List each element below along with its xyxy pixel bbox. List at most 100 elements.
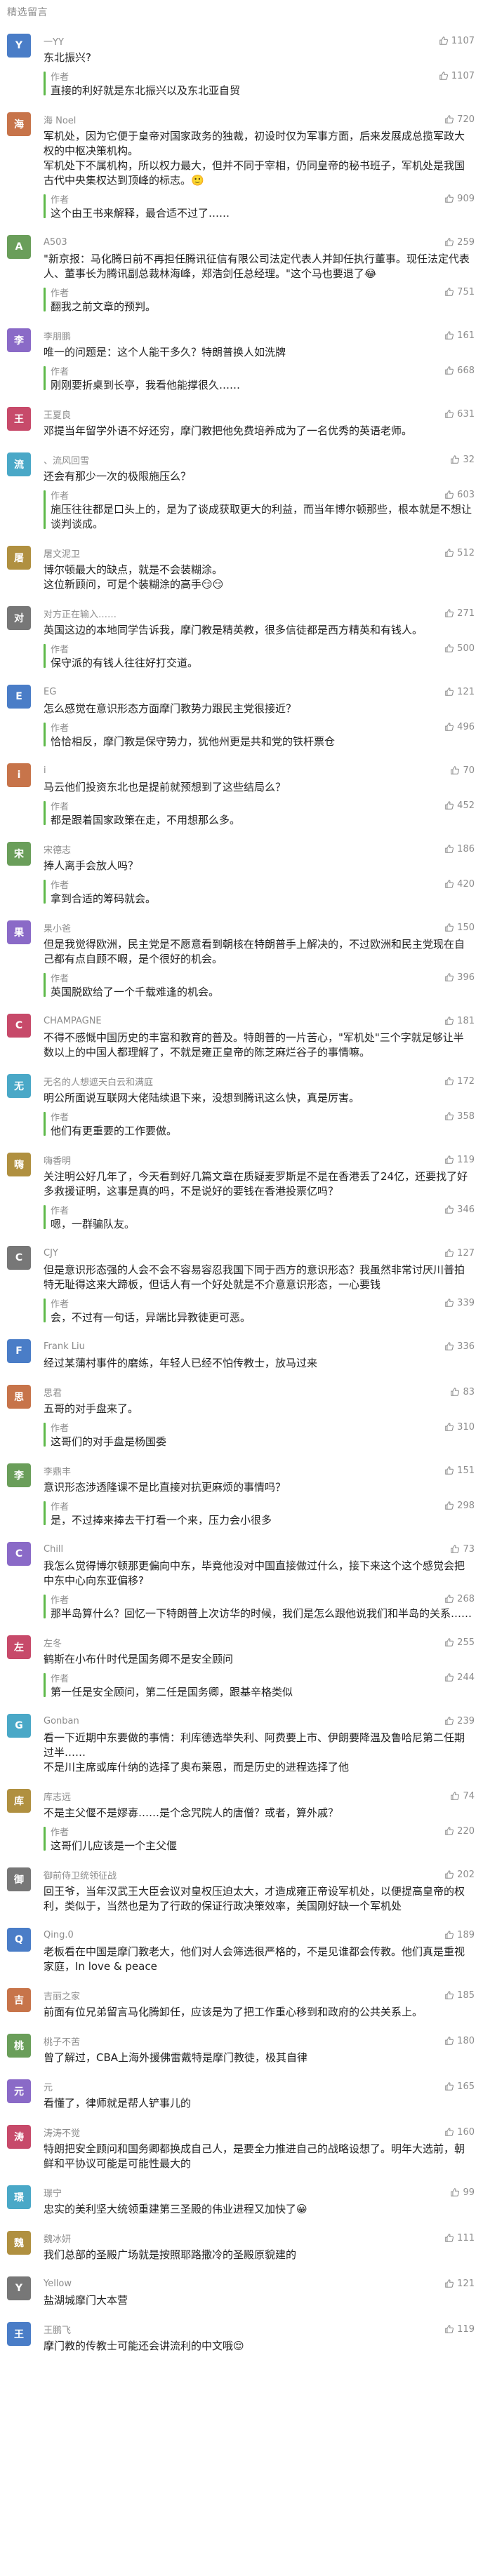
- thumbs-up-icon[interactable]: [439, 36, 449, 46]
- like-button[interactable]: 121: [444, 687, 475, 697]
- thumbs-up-icon[interactable]: [444, 409, 454, 419]
- thumbs-up-icon[interactable]: [444, 287, 454, 297]
- avatar[interactable]: Y: [7, 34, 31, 58]
- like-button[interactable]: 181: [444, 1016, 475, 1026]
- reply-like-button[interactable]: 339: [444, 1298, 475, 1308]
- avatar[interactable]: A: [7, 235, 31, 259]
- thumbs-up-icon[interactable]: [444, 1422, 454, 1432]
- like-button[interactable]: 119: [444, 1155, 475, 1165]
- thumbs-up-icon[interactable]: [444, 2233, 454, 2243]
- avatar[interactable]: 无: [7, 1074, 31, 1098]
- thumbs-up-icon[interactable]: [450, 1387, 460, 1397]
- reply-like-button[interactable]: 603: [444, 490, 475, 500]
- avatar[interactable]: G: [7, 1714, 31, 1738]
- thumbs-up-icon[interactable]: [444, 1298, 454, 1308]
- thumbs-up-icon[interactable]: [444, 1716, 454, 1726]
- avatar[interactable]: 果: [7, 920, 31, 944]
- thumbs-up-icon[interactable]: [444, 2081, 454, 2091]
- avatar[interactable]: 屠: [7, 546, 31, 570]
- avatar[interactable]: 流: [7, 452, 31, 476]
- avatar[interactable]: C: [7, 1014, 31, 1038]
- thumbs-up-icon[interactable]: [444, 1248, 454, 1258]
- like-button[interactable]: 180: [444, 2036, 475, 2046]
- thumbs-up-icon[interactable]: [450, 1791, 460, 1801]
- like-button[interactable]: 121: [444, 2279, 475, 2289]
- avatar[interactable]: 对: [7, 606, 31, 630]
- reply-like-button[interactable]: 244: [444, 1672, 475, 1683]
- like-button[interactable]: 99: [450, 2187, 475, 2198]
- thumbs-up-icon[interactable]: [444, 1990, 454, 2000]
- like-button[interactable]: 720: [444, 114, 475, 125]
- like-button[interactable]: 189: [444, 1930, 475, 1940]
- avatar[interactable]: 元: [7, 2079, 31, 2103]
- thumbs-up-icon[interactable]: [444, 2036, 454, 2046]
- like-button[interactable]: 202: [444, 1870, 475, 1880]
- reply-like-button[interactable]: 298: [444, 1501, 475, 1511]
- like-button[interactable]: 160: [444, 2127, 475, 2138]
- like-button[interactable]: 73: [450, 1544, 475, 1555]
- reply-like-button[interactable]: 220: [444, 1826, 475, 1837]
- like-button[interactable]: 512: [444, 548, 475, 558]
- avatar[interactable]: 李: [7, 1463, 31, 1487]
- like-button[interactable]: 172: [444, 1076, 475, 1087]
- thumbs-up-icon[interactable]: [444, 1930, 454, 1940]
- thumbs-up-icon[interactable]: [444, 1501, 454, 1510]
- thumbs-up-icon[interactable]: [444, 972, 454, 982]
- like-button[interactable]: 32: [450, 455, 475, 465]
- like-button[interactable]: 259: [444, 237, 475, 248]
- avatar[interactable]: 宋: [7, 842, 31, 866]
- thumbs-up-icon[interactable]: [444, 923, 454, 932]
- thumbs-up-icon[interactable]: [444, 800, 454, 810]
- reply-like-button[interactable]: 668: [444, 365, 475, 376]
- avatar[interactable]: 李: [7, 328, 31, 352]
- thumbs-up-icon[interactable]: [450, 1544, 460, 1554]
- like-button[interactable]: 165: [444, 2081, 475, 2092]
- like-button[interactable]: 271: [444, 608, 475, 619]
- reply-like-button[interactable]: 909: [444, 194, 475, 204]
- reply-like-button[interactable]: 358: [444, 1111, 475, 1122]
- reply-like-button[interactable]: 751: [444, 287, 475, 297]
- avatar[interactable]: 璟: [7, 2185, 31, 2209]
- like-button[interactable]: 631: [444, 409, 475, 420]
- thumbs-up-icon[interactable]: [444, 114, 454, 124]
- thumbs-up-icon[interactable]: [444, 2279, 454, 2288]
- thumbs-up-icon[interactable]: [444, 1111, 454, 1121]
- like-button[interactable]: 119: [444, 2324, 475, 2335]
- reply-like-button[interactable]: 500: [444, 643, 475, 654]
- thumbs-up-icon[interactable]: [444, 1870, 454, 1879]
- thumbs-up-icon[interactable]: [444, 1826, 454, 1836]
- reply-like-button[interactable]: 268: [444, 1594, 475, 1604]
- avatar[interactable]: 海: [7, 112, 31, 136]
- like-button[interactable]: 70: [450, 765, 475, 776]
- thumbs-up-icon[interactable]: [444, 1155, 454, 1165]
- reply-like-button[interactable]: 420: [444, 879, 475, 890]
- avatar[interactable]: 库: [7, 1789, 31, 1813]
- thumbs-up-icon[interactable]: [444, 2127, 454, 2137]
- thumbs-up-icon[interactable]: [444, 1594, 454, 1604]
- thumbs-up-icon[interactable]: [444, 1076, 454, 1086]
- thumbs-up-icon[interactable]: [450, 765, 460, 775]
- like-button[interactable]: 185: [444, 1990, 475, 2001]
- like-button[interactable]: 150: [444, 923, 475, 933]
- thumbs-up-icon[interactable]: [444, 643, 454, 653]
- avatar[interactable]: 王: [7, 407, 31, 431]
- like-button[interactable]: 83: [450, 1387, 475, 1397]
- thumbs-up-icon[interactable]: [439, 71, 449, 81]
- like-button[interactable]: 151: [444, 1465, 475, 1476]
- avatar[interactable]: 王: [7, 2322, 31, 2346]
- thumbs-up-icon[interactable]: [444, 237, 454, 247]
- avatar[interactable]: C: [7, 1246, 31, 1270]
- thumbs-up-icon[interactable]: [444, 548, 454, 558]
- avatar[interactable]: C: [7, 1542, 31, 1566]
- like-button[interactable]: 239: [444, 1716, 475, 1726]
- reply-like-button[interactable]: 396: [444, 972, 475, 983]
- thumbs-up-icon[interactable]: [444, 1637, 454, 1647]
- avatar[interactable]: F: [7, 1339, 31, 1363]
- thumbs-up-icon[interactable]: [450, 2187, 460, 2197]
- thumbs-up-icon[interactable]: [444, 1016, 454, 1026]
- reply-like-button[interactable]: 496: [444, 722, 475, 732]
- avatar[interactable]: 桃: [7, 2034, 31, 2058]
- thumbs-up-icon[interactable]: [444, 722, 454, 732]
- thumbs-up-icon[interactable]: [444, 608, 454, 618]
- avatar[interactable]: Q: [7, 1928, 31, 1952]
